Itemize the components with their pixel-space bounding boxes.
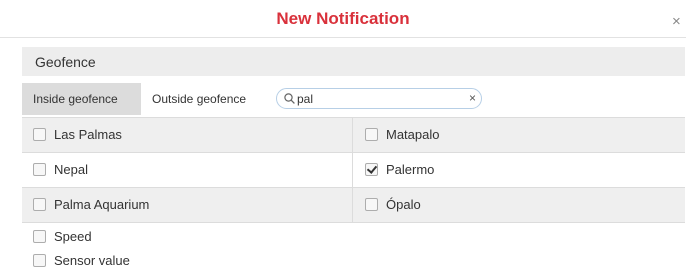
checkbox[interactable]	[33, 163, 46, 176]
dialog-title: New Notification	[276, 9, 410, 28]
search-input[interactable]	[297, 90, 457, 107]
geofence-label: Las Palmas	[54, 127, 122, 142]
clear-search-icon[interactable]: ×	[469, 91, 476, 105]
geofence-label: Matapalo	[386, 127, 440, 142]
geofence-item-opalo[interactable]: Ópalo	[352, 188, 685, 222]
geofence-item-las-palmas[interactable]: Las Palmas	[22, 118, 352, 152]
geofence-label: Nepal	[54, 162, 88, 177]
option-sensor-value[interactable]: Sensor value	[33, 253, 130, 268]
header-divider	[0, 37, 686, 38]
geofence-list: Las Palmas Matapalo Nepal Palermo Palma …	[22, 117, 685, 223]
geofence-item-palermo[interactable]: Palermo	[352, 153, 685, 187]
geofence-label: Palma Aquarium	[54, 197, 150, 212]
checkbox[interactable]	[33, 230, 46, 243]
geofence-label: Ópalo	[386, 197, 421, 212]
geofence-item-palma-aquarium[interactable]: Palma Aquarium	[22, 188, 352, 222]
search-box: ×	[276, 88, 482, 109]
option-label: Speed	[54, 229, 92, 244]
option-label: Sensor value	[54, 253, 130, 268]
checkbox[interactable]	[365, 128, 378, 141]
section-title: Geofence	[35, 54, 96, 70]
checkbox-checked[interactable]	[365, 163, 378, 176]
table-row: Nepal Palermo	[22, 153, 685, 188]
close-icon[interactable]: ×	[672, 14, 681, 29]
checkbox[interactable]	[33, 198, 46, 211]
table-row: Las Palmas Matapalo	[22, 117, 685, 153]
search-icon	[284, 93, 295, 104]
checkbox[interactable]	[365, 198, 378, 211]
geofence-item-nepal[interactable]: Nepal	[22, 153, 352, 187]
checkbox[interactable]	[33, 254, 46, 267]
geofence-section-header: Geofence	[22, 47, 685, 76]
tab-outside-geofence[interactable]: Outside geofence	[141, 83, 267, 115]
option-speed[interactable]: Speed	[33, 229, 92, 244]
geofence-item-matapalo[interactable]: Matapalo	[352, 118, 685, 152]
checkbox[interactable]	[33, 128, 46, 141]
tab-inside-geofence[interactable]: Inside geofence	[22, 83, 141, 115]
geofence-label: Palermo	[386, 162, 435, 177]
table-row: Palma Aquarium Ópalo	[22, 188, 685, 223]
